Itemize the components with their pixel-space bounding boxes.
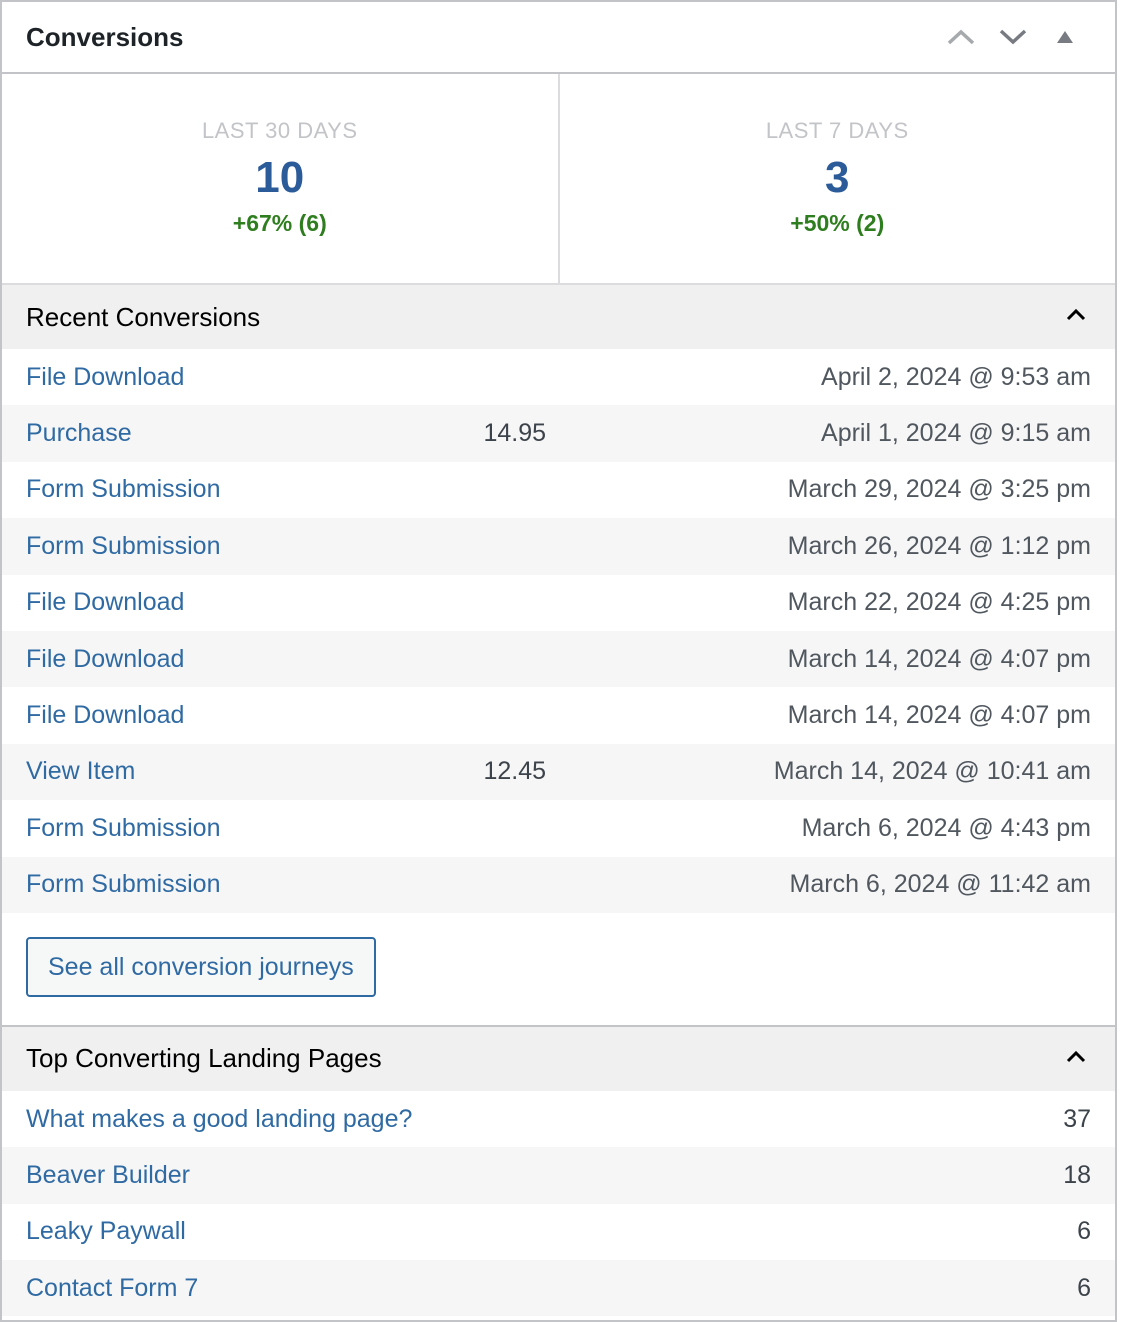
widget-header: Conversions: [2, 2, 1115, 74]
recent-conversions-list: File Download April 2, 2024 @ 9:53 am Purc…: [2, 349, 1115, 913]
conversion-date: March 6, 2024 @ 4:43 pm: [801, 813, 1091, 842]
stat-change: +67% (6): [232, 210, 327, 236]
triangle-up-icon: [1056, 30, 1074, 44]
conversion-row: Form Submission March 6, 2024 @ 4:43 pm: [2, 800, 1115, 856]
move-up-button[interactable]: [935, 17, 987, 57]
conversion-type-link[interactable]: View Item: [26, 757, 426, 786]
conversion-row: File Download March 22, 2024 @ 4:25 pm: [2, 575, 1115, 631]
conversion-type-link[interactable]: File Download: [26, 588, 426, 617]
move-up-icon: [946, 28, 976, 46]
stat-change: +50% (2): [790, 210, 885, 236]
collapse-section-button[interactable]: [1061, 302, 1091, 332]
conversion-amount: 12.45: [483, 757, 546, 786]
conversion-type-link[interactable]: Purchase: [26, 419, 426, 448]
chevron-up-icon: [1066, 1050, 1086, 1068]
conversion-type-link[interactable]: Form Submission: [26, 532, 426, 561]
landing-page-link[interactable]: Contact Form 7: [26, 1274, 559, 1303]
conversion-date: March 26, 2024 @ 1:12 pm: [787, 531, 1091, 560]
conversion-date: April 1, 2024 @ 9:15 am: [821, 419, 1091, 448]
landing-page-link[interactable]: What makes a good landing page?: [26, 1105, 559, 1134]
conversions-widget: Conversions LAST 30 DAYS 10 +67% (6) LAS…: [0, 0, 1117, 1322]
conversion-date: March 14, 2024 @ 4:07 pm: [787, 701, 1091, 730]
conversion-row: Form Submission March 29, 2024 @ 3:25 pm: [2, 462, 1115, 518]
landing-page-link[interactable]: Leaky Paywall: [26, 1217, 559, 1246]
conversion-row: View Item 12.45 March 14, 2024 @ 10:41 am: [2, 743, 1115, 801]
conversion-type-link[interactable]: File Download: [26, 645, 426, 674]
stat-last-7-days: LAST 7 DAYS 3 +50% (2): [557, 74, 1116, 283]
conversion-row: Form Submission March 26, 2024 @ 1:12 pm: [2, 518, 1115, 575]
section-title: Recent Conversions: [26, 301, 261, 332]
landing-page-row: What makes a good landing page? 37: [2, 1091, 1115, 1147]
see-all-journeys-button[interactable]: See all conversion journeys: [26, 936, 376, 997]
conversion-type-link[interactable]: Form Submission: [26, 475, 426, 504]
widget-title: Conversions: [26, 21, 184, 52]
move-down-icon: [998, 28, 1028, 46]
conversion-row: Purchase 14.95 April 1, 2024 @ 9:15 am: [2, 405, 1115, 462]
header-actions: [935, 17, 1091, 57]
landing-page-count: 6: [1077, 1273, 1091, 1302]
collapse-section-button[interactable]: [1061, 1044, 1091, 1074]
conversion-type-link[interactable]: File Download: [26, 363, 426, 392]
stats-summary: LAST 30 DAYS 10 +67% (6) LAST 7 DAYS 3 +…: [2, 74, 1115, 285]
landing-page-count: 6: [1077, 1217, 1091, 1246]
landing-page-count: 37: [1063, 1104, 1091, 1133]
landing-pages-header[interactable]: Top Converting Landing Pages: [2, 1026, 1115, 1091]
move-down-button[interactable]: [987, 17, 1039, 57]
landing-page-row: Leaky Paywall 6: [2, 1204, 1115, 1260]
conversion-amount: 14.95: [483, 419, 546, 448]
conversion-date: April 2, 2024 @ 9:53 am: [821, 362, 1091, 391]
conversion-type-link[interactable]: Form Submission: [26, 814, 426, 843]
conversion-row: File Download March 14, 2024 @ 4:07 pm: [2, 630, 1115, 688]
landing-page-row: Contact Form 7 6: [2, 1260, 1115, 1317]
stat-value: 10: [255, 153, 305, 202]
conversion-row: File Download March 14, 2024 @ 4:07 pm: [2, 687, 1115, 743]
recent-conversions-header[interactable]: Recent Conversions: [2, 285, 1115, 349]
conversion-type-link[interactable]: Form Submission: [26, 870, 426, 899]
button-area: See all conversion journeys: [2, 913, 1115, 1027]
stat-value: 3: [825, 153, 850, 202]
stat-last-30-days: LAST 30 DAYS 10 +67% (6): [2, 74, 558, 283]
conversion-row: File Download April 2, 2024 @ 9:53 am: [2, 349, 1115, 405]
conversion-date: March 6, 2024 @ 11:42 am: [789, 870, 1091, 899]
landing-page-count: 18: [1063, 1160, 1091, 1189]
conversion-row: Form Submission March 6, 2024 @ 11:42 am: [2, 856, 1115, 913]
landing-page-row: Beaver Builder 18: [2, 1147, 1115, 1204]
conversion-date: March 29, 2024 @ 3:25 pm: [787, 475, 1091, 504]
section-title: Top Converting Landing Pages: [26, 1043, 382, 1074]
stat-label: LAST 30 DAYS: [201, 118, 358, 143]
conversion-date: March 22, 2024 @ 4:25 pm: [787, 588, 1091, 617]
conversion-date: March 14, 2024 @ 4:07 pm: [787, 644, 1091, 673]
chevron-up-icon: [1066, 308, 1086, 326]
conversion-type-link[interactable]: File Download: [26, 701, 426, 730]
conversion-date: March 14, 2024 @ 10:41 am: [773, 757, 1091, 786]
stat-label: LAST 7 DAYS: [765, 118, 909, 143]
landing-page-link[interactable]: Beaver Builder: [26, 1161, 559, 1190]
landing-pages-list: What makes a good landing page? 37 Beaver …: [2, 1091, 1115, 1317]
toggle-panel-button[interactable]: [1039, 17, 1091, 57]
